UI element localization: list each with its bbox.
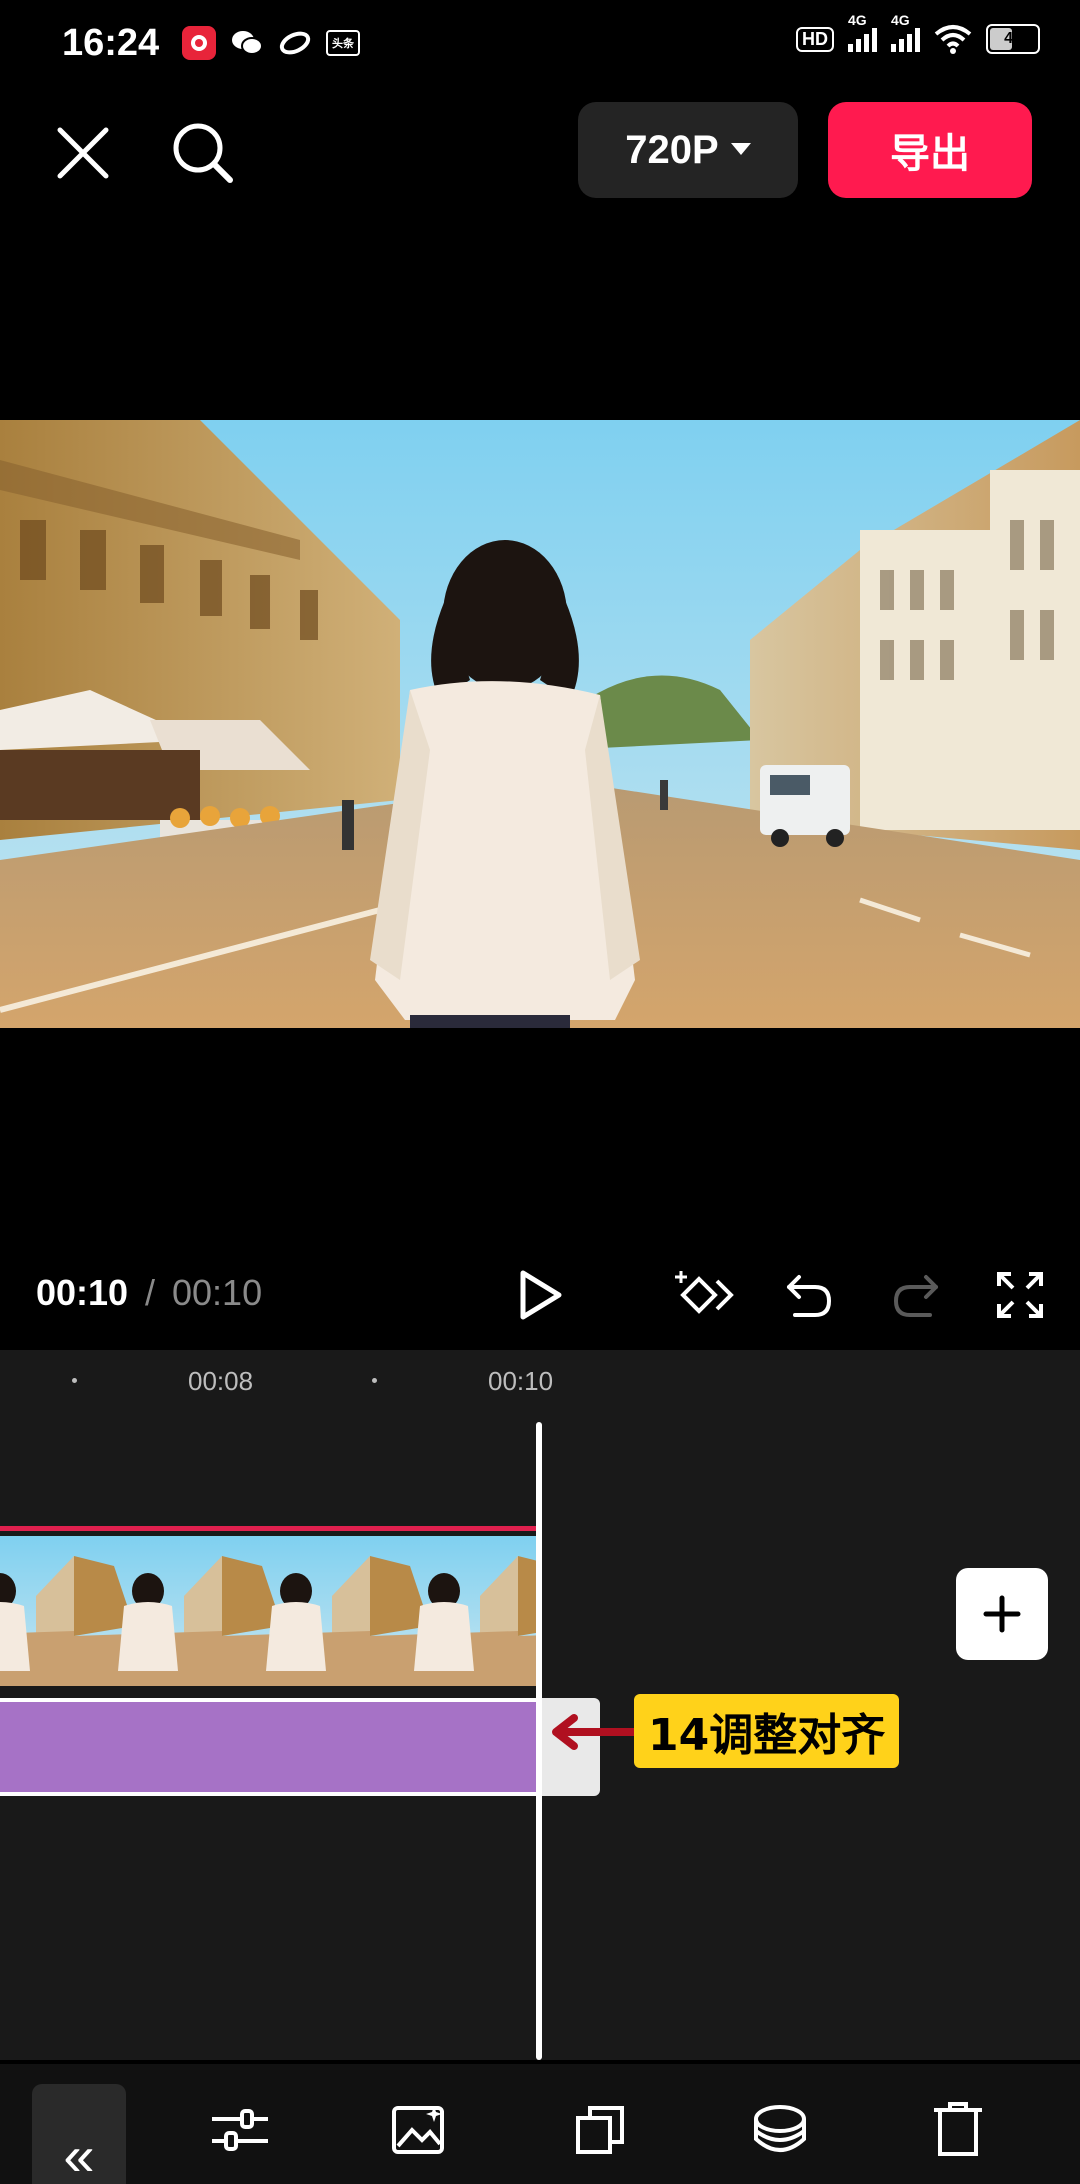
toutiao-icon: 头条	[326, 30, 360, 56]
wifi-icon	[934, 25, 972, 54]
clip-selection-line	[0, 1526, 538, 1531]
signal-icon-2: 4G	[891, 12, 920, 52]
ruler-tick: 00:10	[488, 1366, 554, 1396]
layer-button[interactable]	[740, 2090, 820, 2170]
close-icon	[57, 127, 109, 179]
wechat-icon	[230, 26, 264, 60]
system-status: HD 4G 4G 47	[796, 12, 1040, 54]
status-time: 16:24	[62, 22, 160, 64]
resolution-dropdown[interactable]: 720P	[578, 102, 798, 198]
trash-icon	[934, 2102, 982, 2156]
keyframe-button[interactable]	[670, 1260, 740, 1330]
status-bar: 16:24 头条 HD 4G 4G 47	[0, 0, 1080, 90]
total-time: 00:10	[172, 1272, 263, 1313]
video-preview[interactable]	[0, 420, 1080, 1028]
redo-button[interactable]	[880, 1260, 950, 1330]
video-frame-image	[0, 420, 1080, 1028]
sliders-icon	[212, 2109, 268, 2151]
export-button[interactable]: 导出	[828, 102, 1032, 198]
timeline-panel[interactable]: 00:08 00:10 14调整对齐	[0, 1350, 1080, 2060]
collapse-button[interactable]: «	[32, 2084, 126, 2184]
time-separator: /	[145, 1272, 156, 1313]
undo-button[interactable]	[775, 1260, 845, 1330]
undo-icon	[787, 1275, 832, 1317]
time-ruler: 00:08 00:10	[0, 1350, 1080, 1410]
layers-icon	[754, 2105, 806, 2152]
signal-icon: 4G	[848, 12, 877, 52]
playhead[interactable]	[536, 1422, 542, 2060]
search-button[interactable]	[168, 118, 238, 188]
redo-icon	[893, 1275, 938, 1317]
image-magic-icon	[392, 2106, 444, 2154]
news-app-icon	[182, 26, 216, 60]
close-button[interactable]	[50, 120, 116, 186]
clip-thumbnails	[0, 1536, 538, 1686]
search-icon	[173, 123, 233, 183]
play-button[interactable]	[505, 1260, 575, 1330]
fullscreen-icon	[997, 1272, 1043, 1318]
annotation-arrow-icon	[552, 1714, 640, 1750]
image-effect-button[interactable]	[380, 2090, 460, 2170]
double-chevron-left-icon: «	[63, 2124, 95, 2184]
playback-controls: 00:10 / 00:10	[0, 1250, 1080, 1340]
annotation-label: 14调整对齐	[634, 1694, 900, 1768]
fullscreen-button[interactable]	[985, 1260, 1055, 1330]
video-editor-screen: 16:24 头条 HD 4G 4G 47 720P 导出 00:10 / 00:…	[0, 0, 1080, 2184]
ruler-tick: 00:08	[188, 1366, 254, 1396]
adjust-button[interactable]	[200, 2090, 280, 2170]
hd-indicator: HD	[796, 26, 834, 52]
keyframe-icon	[675, 1271, 734, 1314]
ruler-dot	[72, 1378, 77, 1383]
add-clip-button[interactable]	[956, 1568, 1048, 1660]
chevron-down-icon	[730, 143, 751, 155]
play-icon	[520, 1270, 562, 1320]
delete-button[interactable]	[918, 2090, 998, 2170]
plus-icon	[983, 1595, 1021, 1633]
video-clip-track[interactable]	[0, 1536, 538, 1686]
editor-top-bar: 720P 导出	[0, 100, 1080, 200]
current-time: 00:10	[36, 1272, 129, 1313]
copy-button[interactable]	[560, 2090, 640, 2170]
battery-icon: 47	[986, 24, 1040, 54]
ruler-dot	[372, 1378, 377, 1383]
notification-icons: 头条	[182, 26, 360, 60]
bottom-toolbar: «	[0, 2064, 1080, 2184]
copy-icon	[576, 2106, 624, 2154]
audio-track[interactable]	[0, 1698, 538, 1796]
app-ring-icon	[278, 26, 312, 60]
